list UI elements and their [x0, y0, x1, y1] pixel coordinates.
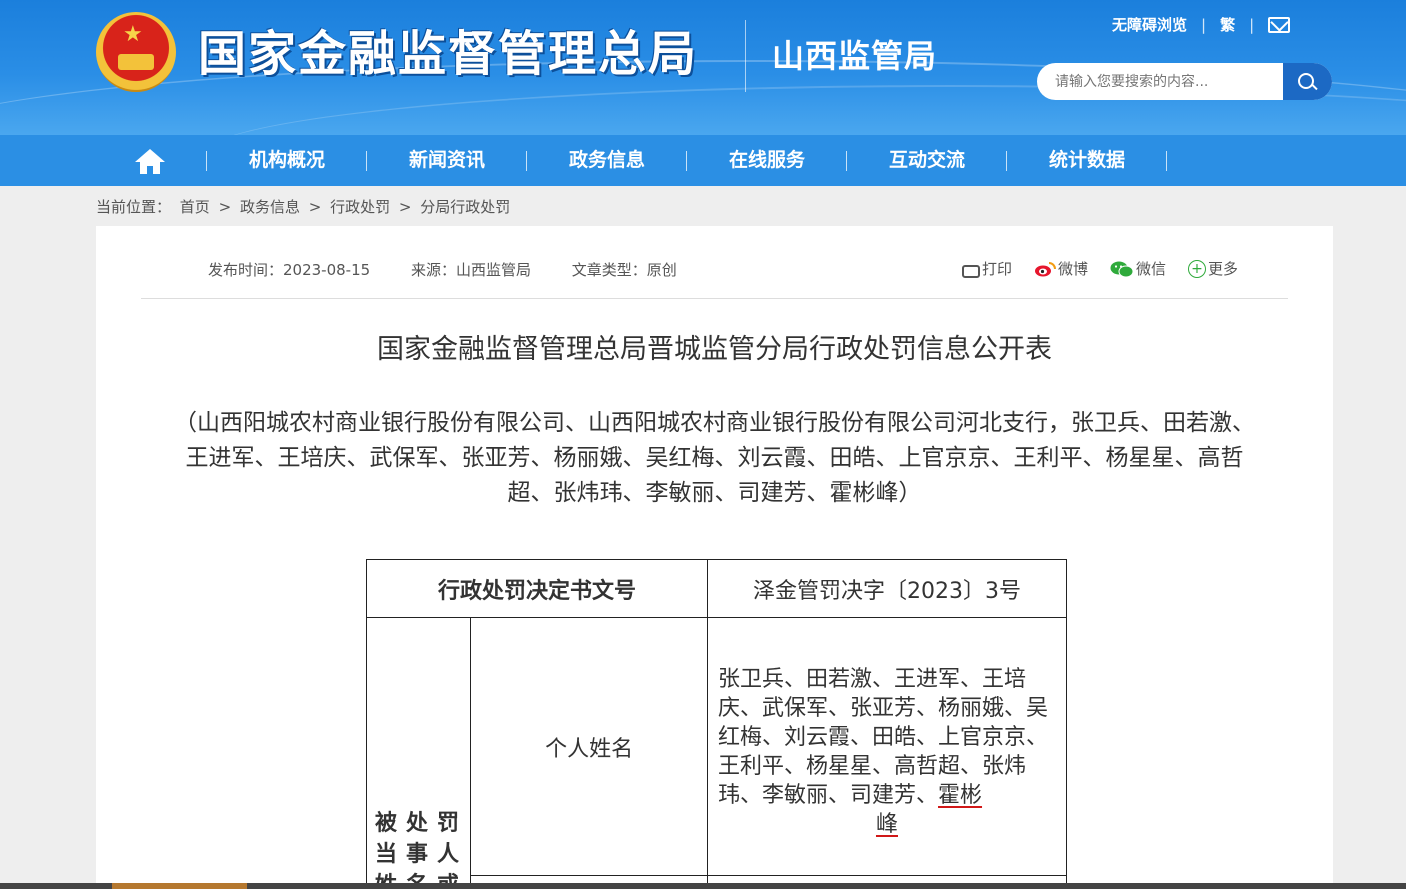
label-line: 姓名或 [375, 870, 470, 884]
table-row: 行政处罚决定书文号 泽金管罚决字〔2023〕3号 [366, 559, 1067, 618]
label-line: 当事人 [375, 842, 469, 867]
traditional-chinese-link[interactable]: 繁 [1220, 14, 1235, 35]
top-links: 无障碍浏览 | 繁 | [1112, 14, 1291, 35]
article-panel: 发布时间：2023-08-15 来源：山西监管局 文章类型：原创 打印 微博 微… [96, 226, 1333, 889]
plus-icon: + [1188, 260, 1207, 278]
star-icon: ★ [123, 22, 143, 47]
weibo-icon [1035, 262, 1057, 277]
search-input[interactable] [1037, 63, 1283, 100]
nav-item-online-service[interactable]: 在线服务 [687, 135, 847, 186]
decision-number-value: 泽金管罚决字〔2023〕3号 [707, 559, 1067, 618]
home-icon[interactable] [133, 147, 167, 175]
individual-names: 张卫兵、田若激、王进军、王培庆、武保军、张亚芳、杨丽娥、吴红梅、刘云霞、田皓、上… [718, 666, 1049, 808]
link-separator: | [1201, 15, 1207, 34]
breadcrumb-separator: > [398, 198, 412, 216]
breadcrumb-separator: > [218, 198, 232, 216]
header-divider [745, 20, 746, 92]
share-bar: 打印 微博 微信 + 更多 [962, 258, 1238, 280]
printer-icon [962, 264, 980, 278]
article-source: 来源：山西监管局 [410, 261, 531, 279]
breadcrumb-home[interactable]: 首页 [180, 198, 210, 216]
nav-item-interaction[interactable]: 互动交流 [847, 135, 1007, 186]
label-line: 被处罚 [375, 811, 469, 836]
wechat-share-button[interactable]: 微信 [1110, 258, 1166, 280]
underlined-name-part: 霍彬 [938, 782, 983, 808]
site-header: ★ 国家金融监督管理总局 山西监管局 无障碍浏览 | 繁 | [0, 0, 1406, 135]
accessible-browse-link[interactable]: 无障碍浏览 [1112, 14, 1187, 35]
breadcrumb-separator: > [308, 198, 322, 216]
branch-title: 山西监管局 [772, 37, 938, 75]
table-row: 被处罚 当事人 姓名或 个人姓名 张卫兵、田若激、王进军、王培庆、武保军、张亚芳… [365, 617, 1067, 885]
taskbar [0, 883, 1406, 889]
wechat-icon [1110, 261, 1134, 278]
breadcrumb-gov-info[interactable]: 政务信息 [240, 198, 300, 216]
individual-names-cell: 张卫兵、田若激、王进军、王培庆、武保军、张亚芳、杨丽娥、吴红梅、刘云霞、田皓、上… [707, 617, 1067, 876]
wechat-label: 微信 [1136, 260, 1167, 278]
more-share-button[interactable]: + 更多 [1188, 258, 1238, 280]
link-separator: | [1249, 15, 1255, 34]
decision-number-label: 行政处罚决定书文号 [366, 559, 708, 618]
breadcrumb-penalty[interactable]: 行政处罚 [330, 198, 390, 216]
individual-name-label: 个人姓名 [470, 617, 708, 876]
search-button[interactable] [1283, 63, 1332, 100]
nav-item-gov-info[interactable]: 政务信息 [527, 135, 687, 186]
article-meta: 发布时间：2023-08-15 来源：山西监管局 文章类型：原创 [208, 259, 713, 281]
nav-item-news[interactable]: 新闻资讯 [367, 135, 527, 186]
meta-divider [141, 298, 1288, 299]
gate-shape [118, 54, 154, 70]
penalized-party-label-cell: 被处罚 当事人 姓名或 [365, 617, 472, 885]
nav-item-statistics[interactable]: 统计数据 [1007, 135, 1167, 186]
print-button[interactable]: 打印 [962, 258, 1012, 280]
main-nav: 机构概况 新闻资讯 政务信息 在线服务 互动交流 统计数据 [0, 135, 1406, 186]
weibo-share-button[interactable]: 微博 [1034, 258, 1088, 280]
weibo-label: 微博 [1058, 260, 1089, 278]
mail-icon[interactable] [1268, 16, 1291, 33]
names-last-line: 峰 [718, 810, 1056, 839]
breadcrumb-branch-penalty[interactable]: 分局行政处罚 [420, 198, 510, 216]
article-subtitle: （山西阳城农村商业银行股份有限公司、山西阳城农村商业银行股份有限公司河北支行，张… [174, 410, 1255, 506]
article-type: 文章类型：原创 [571, 261, 677, 279]
site-title[interactable]: 国家金融监督管理总局 [198, 22, 698, 86]
nav-separator [1166, 151, 1167, 171]
penalty-table: 行政处罚决定书文号 泽金管罚决字〔2023〕3号 被处罚 当事人 姓名或 个人姓… [365, 559, 1067, 885]
taskbar-tab[interactable] [112, 883, 247, 889]
underlined-name-part: 峰 [875, 811, 898, 837]
publish-time: 发布时间：2023-08-15 [208, 261, 371, 279]
breadcrumb: 当前位置： 首页 > 政务信息 > 行政处罚 > 分局行政处罚 [96, 196, 514, 218]
breadcrumb-prefix: 当前位置： [96, 198, 172, 216]
print-label: 打印 [982, 260, 1013, 278]
penalized-party-label: 被处罚 当事人 姓名或 [367, 808, 470, 884]
search-icon [1298, 73, 1314, 89]
national-emblem-icon[interactable]: ★ [96, 12, 176, 92]
nav-item-org[interactable]: 机构概况 [207, 135, 367, 186]
article-title: 国家金融监督管理总局晋城监管分局行政处罚信息公开表 [377, 334, 1052, 365]
search-box [1037, 63, 1332, 100]
more-label: 更多 [1208, 260, 1239, 278]
